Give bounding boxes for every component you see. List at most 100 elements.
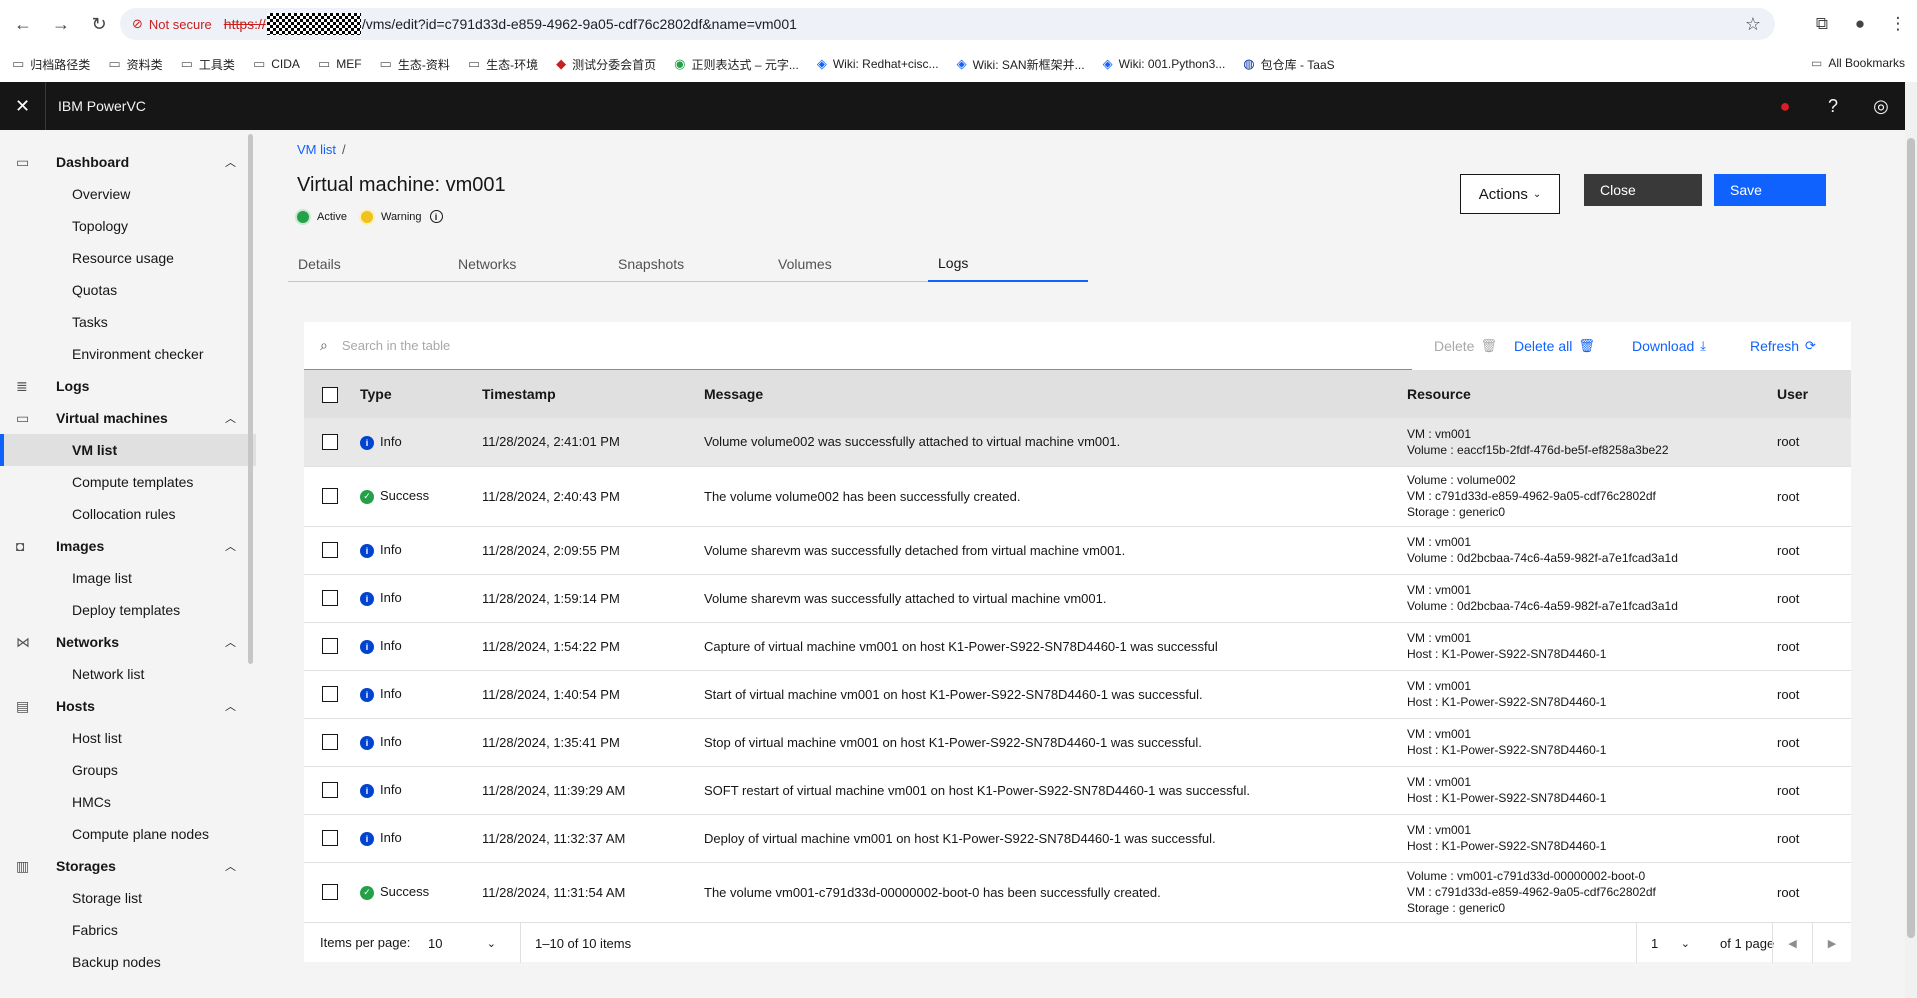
page-scrollbar-thumb[interactable] <box>1907 138 1915 938</box>
download-button[interactable]: Download ⤓ <box>1632 338 1706 354</box>
sidebar-item-quotas[interactable]: Quotas <box>0 274 256 306</box>
bookmark-item[interactable]: ◈ Wiki: Redhat+cisc... <box>817 56 939 72</box>
refresh-button[interactable]: Refresh ⟳ <box>1750 338 1816 354</box>
bookmark-item[interactable]: ▭ 生态-环境 <box>468 56 538 73</box>
sidebar-group-images[interactable]: ◘ Images ︿ <box>0 530 256 562</box>
tab-snapshots[interactable]: Snapshots <box>608 246 768 282</box>
bookmark-item[interactable]: ▭ MEF <box>318 56 362 72</box>
all-bookmarks[interactable]: ▭ All Bookmarks <box>1811 56 1905 70</box>
close-icon[interactable]: ✕ <box>0 82 46 130</box>
sidebar-item-environment-checker[interactable]: Environment checker <box>0 338 256 370</box>
table-row[interactable]: ✓ Success 11/28/2024, 11:31:54 AM The volum… <box>304 862 1851 922</box>
bookmark-item[interactable]: ▭ 归档路径类 <box>12 56 90 73</box>
tab-details[interactable]: Details <box>288 246 448 282</box>
table-row[interactable]: i Info 11/28/2024, 2:09:55 PM Volume sharev… <box>304 526 1851 574</box>
table-row[interactable]: i Info 11/28/2024, 1:54:22 PM Capture of vi… <box>304 622 1851 670</box>
sidebar-item-compute-plane-nodes[interactable]: Compute plane nodes <box>0 818 256 850</box>
sidebar-item-compute-templates[interactable]: Compute templates <box>0 466 256 498</box>
sidebar-item-fabrics[interactable]: Fabrics <box>0 914 256 946</box>
sidebar-item-storage-list[interactable]: Storage list <box>0 882 256 914</box>
sidebar-item-hmcs[interactable]: HMCs <box>0 786 256 818</box>
column-header-message[interactable]: Message <box>704 370 1407 418</box>
table-row[interactable]: i Info 11/28/2024, 11:32:37 AM Deploy of vi… <box>304 814 1851 862</box>
sidebar-group-logs[interactable]: ≣ Logs <box>0 370 256 402</box>
previous-page-button[interactable]: ◀ <box>1772 923 1812 963</box>
bookmark-item[interactable]: ◆ 测试分委会首页 <box>556 56 656 73</box>
sidebar-item-backup-nodes[interactable]: Backup nodes <box>0 946 256 978</box>
row-checkbox[interactable] <box>322 686 338 703</box>
sidebar-group-hosts[interactable]: ▤ Hosts ︿ <box>0 690 256 722</box>
bookmark-item[interactable]: ◈ Wiki: 001.Python3... <box>1103 56 1226 72</box>
column-header-user[interactable]: User <box>1777 370 1851 418</box>
row-checkbox[interactable] <box>322 830 338 847</box>
sidebar-scrollbar[interactable] <box>248 134 253 664</box>
notification-bell-icon[interactable]: ● <box>1761 96 1809 117</box>
sidebar-item-deploy-templates[interactable]: Deploy templates <box>0 594 256 626</box>
column-header-timestamp[interactable]: Timestamp <box>482 370 704 418</box>
sidebar-item-resource-usage[interactable]: Resource usage <box>0 242 256 274</box>
save-button[interactable]: Save <box>1714 174 1826 206</box>
bookmark-item[interactable]: ▭ 工具类 <box>181 56 235 73</box>
sidebar-group-storages[interactable]: ▥ Storages ︿ <box>0 850 256 882</box>
row-checkbox[interactable] <box>322 638 338 655</box>
sidebar-item-host-list[interactable]: Host list <box>0 722 256 754</box>
info-icon[interactable]: i <box>429 210 443 223</box>
tab-volumes[interactable]: Volumes <box>768 246 928 282</box>
bookmark-item[interactable]: ◍ 包仓库 - TaaS <box>1243 56 1334 73</box>
page-select[interactable]: 1 ⌄ <box>1636 923 1702 963</box>
search-input[interactable] <box>341 338 1242 353</box>
row-checkbox[interactable] <box>322 782 338 799</box>
column-header-type[interactable]: Type <box>360 370 482 418</box>
table-row[interactable]: i Info 11/28/2024, 11:39:29 AM SOFT restart… <box>304 766 1851 814</box>
not-secure-label[interactable]: Not secure <box>149 17 212 32</box>
column-header-resource[interactable]: Resource <box>1407 370 1777 418</box>
tab-logs[interactable]: Logs <box>928 246 1088 282</box>
page-scrollbar[interactable] <box>1905 82 1917 998</box>
sidebar-item-collocation-rules[interactable]: Collocation rules <box>0 498 256 530</box>
row-checkbox[interactable] <box>322 734 338 751</box>
bookmark-item[interactable]: ◉ 正则表达式 – 元字... <box>674 56 799 73</box>
table-row[interactable]: ✓ Success 11/28/2024, 2:40:43 PM The volume… <box>304 466 1851 526</box>
sidebar-group-dashboard[interactable]: ▭ Dashboard ︿ <box>0 146 256 178</box>
profile-icon[interactable]: ● <box>1841 14 1879 34</box>
actions-button[interactable]: Actions ⌄ <box>1460 174 1560 214</box>
help-icon[interactable]: ? <box>1809 96 1857 117</box>
sidebar-group-virtual-machines[interactable]: ▭ Virtual machines ︿ <box>0 402 256 434</box>
bookmark-item[interactable]: ▭ 资料类 <box>108 56 162 73</box>
table-row[interactable]: i Info 11/28/2024, 1:40:54 PM Start of virt… <box>304 670 1851 718</box>
row-checkbox[interactable] <box>322 590 338 607</box>
sidebar-group-networks[interactable]: ⋈ Networks ︿ <box>0 626 256 658</box>
table-row[interactable]: i Info 11/28/2024, 1:59:14 PM Volume sharev… <box>304 574 1851 622</box>
sidebar-item-tasks[interactable]: Tasks <box>0 306 256 338</box>
row-checkbox[interactable] <box>322 488 338 505</box>
bookmark-item[interactable]: ▭ CIDA <box>253 56 300 72</box>
table-row[interactable]: i Info 11/28/2024, 2:41:01 PM Volume volume… <box>304 418 1851 466</box>
items-per-page-select[interactable]: 10 ⌄ <box>414 923 510 963</box>
select-all-checkbox[interactable] <box>322 386 338 403</box>
menu-icon[interactable]: ⋮ <box>1879 14 1917 34</box>
breadcrumb-vm-list[interactable]: VM list <box>297 142 336 157</box>
tab-networks[interactable]: Networks <box>448 246 608 282</box>
sidebar-item-vm-list[interactable]: VM list <box>0 434 256 466</box>
delete-all-button[interactable]: Delete all 🗑 <box>1514 338 1595 354</box>
row-checkbox[interactable] <box>322 542 338 559</box>
bookmark-item[interactable]: ▭ 生态-资料 <box>380 56 450 73</box>
sidebar-item-network-list[interactable]: Network list <box>0 658 256 690</box>
app-title[interactable]: IBM PowerVC <box>58 98 146 114</box>
sidebar-item-image-list[interactable]: Image list <box>0 562 256 594</box>
delete-button[interactable]: Delete 🗑 <box>1434 338 1497 354</box>
sidebar-item-overview[interactable]: Overview <box>0 178 256 210</box>
row-checkbox[interactable] <box>322 884 338 901</box>
close-button[interactable]: Close <box>1584 174 1702 206</box>
extensions-icon[interactable]: ⧉ <box>1803 14 1841 34</box>
reload-icon[interactable]: ↻ <box>84 9 114 39</box>
back-icon[interactable]: ← <box>8 9 38 39</box>
table-row[interactable]: i Info 11/28/2024, 1:35:41 PM Stop of virtu… <box>304 718 1851 766</box>
row-checkbox[interactable] <box>322 434 338 451</box>
forward-icon[interactable]: → <box>46 9 76 39</box>
bookmark-item[interactable]: ◈ Wiki: SAN新框架并... <box>957 56 1085 73</box>
sidebar-item-topology[interactable]: Topology <box>0 210 256 242</box>
user-icon[interactable]: ◎ <box>1857 96 1905 117</box>
next-page-button[interactable]: ▶ <box>1812 923 1851 963</box>
bookmark-star-icon[interactable]: ☆ <box>1745 14 1761 35</box>
